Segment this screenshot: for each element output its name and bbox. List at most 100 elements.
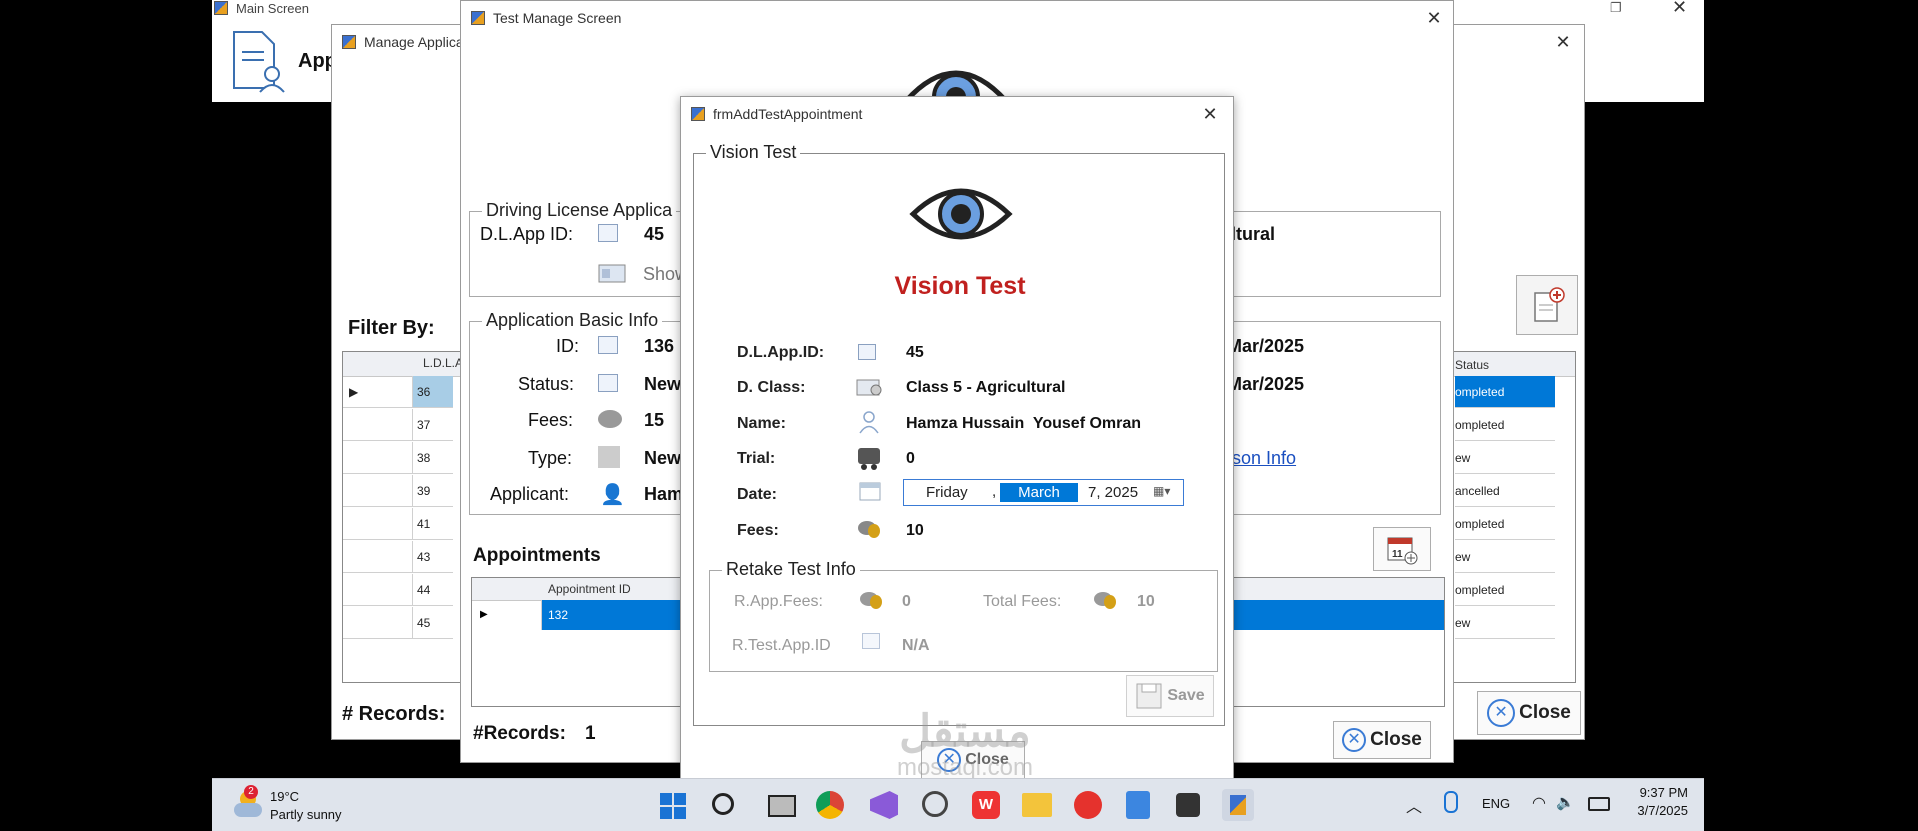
date-month-selected[interactable]: March [1000, 483, 1078, 502]
status-cell[interactable]: ew [1455, 541, 1555, 573]
microphone-icon[interactable] [1444, 791, 1458, 813]
wps-office-icon[interactable]: W [972, 791, 1000, 819]
date-separator: , [992, 483, 997, 500]
ldla-id-cell: 39 [417, 484, 431, 498]
status-cell[interactable]: ompleted [1455, 409, 1555, 441]
date-day[interactable]: Friday [926, 484, 968, 501]
status-cell-text: ew [1455, 616, 1471, 630]
table-row[interactable]: 37 [413, 409, 453, 441]
type-value: New [644, 448, 682, 468]
table-row[interactable]: 39 [413, 475, 453, 507]
add-appointment-button[interactable]: 11 [1373, 527, 1431, 571]
restore-icon[interactable]: ❐ [1610, 0, 1622, 16]
table-row[interactable]: 36 [413, 376, 453, 408]
row-indicator[interactable] [343, 442, 413, 474]
weather-widget[interactable]: 2 19°C Partly sunny [232, 785, 362, 823]
status-cell[interactable]: ew [1455, 442, 1555, 474]
row-indicator[interactable] [343, 508, 413, 540]
notepad-icon[interactable] [1126, 791, 1150, 819]
volume-icon[interactable]: 🔈 [1556, 793, 1575, 811]
clock-date[interactable]: 3/7/2025 [1622, 803, 1688, 818]
status-cell[interactable]: ancelled [1455, 475, 1555, 507]
date-rest[interactable]: 7, 2025 [1088, 484, 1138, 501]
status-cell-text: ew [1455, 451, 1471, 465]
close-icon[interactable]: ✕ [1672, 0, 1687, 18]
vision-test-group: Vision Test Vision Test D.L.App.ID: 45 D… [693, 142, 1225, 726]
task-view-icon[interactable] [768, 795, 796, 817]
close-circle-icon: ✕ [1487, 699, 1516, 727]
applicant-value: Ham [644, 484, 684, 504]
app-taskbar-icon[interactable] [1222, 789, 1254, 821]
calendar-dropdown-icon[interactable]: ▦▾ [1153, 484, 1170, 498]
coins-icon [860, 592, 882, 609]
chevron-up-icon[interactable]: ︿ [1406, 793, 1422, 817]
tomato-timer-icon[interactable] [1074, 791, 1102, 819]
language-indicator[interactable]: ENG [1482, 796, 1510, 811]
save-button[interactable]: Save [1126, 675, 1214, 717]
ldla-column-header[interactable]: L.D.L.A [423, 356, 463, 370]
basic-info-group-label: Application Basic Info [482, 310, 663, 331]
status-cell[interactable]: ompleted [1455, 376, 1555, 408]
retake-test-info-group: Retake Test Info R.App.Fees: 0 Total Fee… [709, 559, 1218, 672]
dialog-titlebar: frmAddTestAppointment [681, 97, 1233, 131]
license-class-icon [856, 379, 882, 396]
appointment-id-header[interactable]: Appointment ID [548, 582, 631, 596]
status-cell[interactable]: ompleted [1455, 508, 1555, 540]
id-icon [598, 336, 618, 354]
date-label: Date: [737, 486, 778, 503]
github-icon[interactable] [922, 791, 948, 817]
name-value: Hamza Hussain Yousef Omran [906, 415, 1142, 432]
search-icon[interactable] [712, 793, 734, 815]
svg-text:11: 11 [1392, 549, 1403, 560]
total-fees-value: 10 [1137, 593, 1155, 610]
table-row[interactable]: 43 [413, 541, 453, 573]
date-picker[interactable]: Friday , March 7, 2025 ▦▾ [903, 479, 1184, 506]
status-column-header[interactable]: Status [1455, 358, 1489, 372]
table-row[interactable]: 38 [413, 442, 453, 474]
chrome-icon[interactable] [816, 791, 844, 819]
save-button-label: Save [1167, 687, 1205, 704]
row-indicator[interactable] [343, 475, 413, 507]
selected-row-indicator: ▶ [472, 600, 542, 630]
status-cell[interactable]: ew [1455, 607, 1555, 639]
close-icon[interactable]: ✕ [1199, 103, 1221, 125]
mostaql-watermark: مستقل mostaql.com [850, 710, 1080, 782]
row-indicator[interactable] [343, 607, 413, 639]
ldla-id-cell: 37 [417, 418, 431, 432]
close-button[interactable]: ✕ Close [1333, 721, 1431, 759]
status-cell[interactable]: ompleted [1455, 574, 1555, 606]
clock-time[interactable]: 9:37 PM [1632, 785, 1688, 800]
fees-value: 10 [906, 522, 924, 539]
status-cell-text: ew [1455, 550, 1471, 564]
row-indicator[interactable] [343, 409, 413, 441]
battery-icon[interactable] [1588, 797, 1610, 811]
visual-studio-icon[interactable] [870, 791, 898, 819]
start-icon[interactable] [660, 793, 686, 819]
status-value: New [644, 374, 682, 394]
retake-app-fees-value: 0 [902, 593, 911, 610]
close-button-label: Close [1519, 702, 1571, 723]
weather-badge: 2 [244, 785, 258, 799]
close-icon[interactable]: ✕ [1423, 7, 1445, 29]
add-new-application-button[interactable] [1516, 275, 1578, 335]
retake-app-fees-label: R.App.Fees: [734, 593, 823, 610]
close-icon[interactable]: ✕ [1552, 31, 1574, 53]
trial-icon [858, 448, 880, 470]
status-cell-text: ompleted [1455, 418, 1505, 432]
wifi-icon[interactable]: ◠ [1532, 793, 1546, 813]
total-fees-label: Total Fees: [983, 593, 1062, 610]
table-row[interactable]: 41 [413, 508, 453, 540]
close-button[interactable]: ✕ Close [1477, 691, 1581, 735]
table-row[interactable]: 45 [413, 607, 453, 639]
row-indicator[interactable] [343, 541, 413, 573]
dl-app-id-label: D.L.App.ID: [737, 344, 825, 361]
file-explorer-icon[interactable] [1022, 793, 1052, 817]
row-indicator[interactable]: ▶ [343, 376, 413, 408]
terminal-icon[interactable] [1176, 793, 1200, 817]
row-indicator[interactable] [343, 574, 413, 606]
coins-icon [1094, 592, 1116, 609]
class-label: D. Class: [737, 379, 806, 396]
status-cell-text: ompleted [1455, 385, 1505, 399]
close-button-label: Close [1370, 729, 1422, 750]
table-row[interactable]: 44 [413, 574, 453, 606]
